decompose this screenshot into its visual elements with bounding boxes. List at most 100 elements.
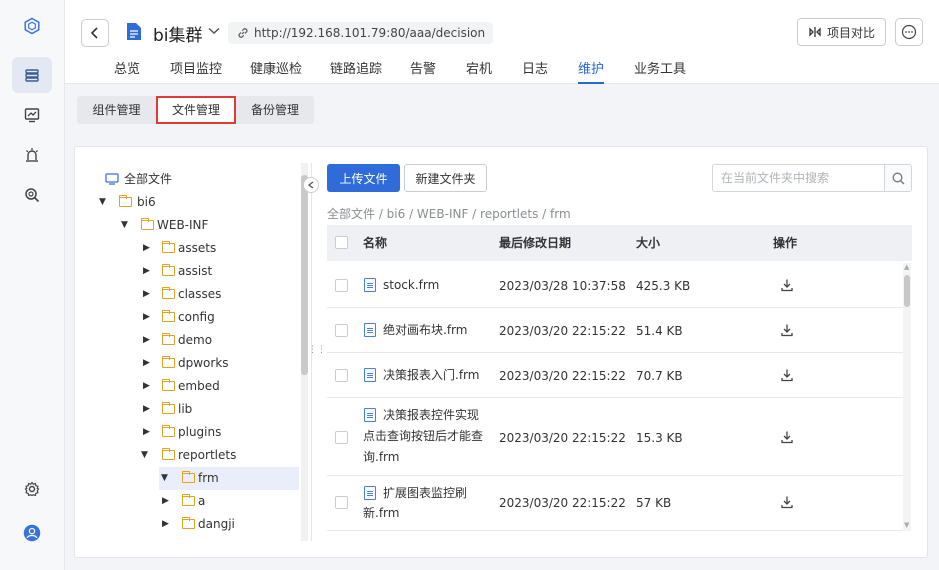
select-all-checkbox[interactable] [335, 236, 348, 249]
tab-maintenance[interactable]: 维护 [578, 58, 605, 84]
settings-icon[interactable] [12, 471, 52, 507]
back-button[interactable] [81, 19, 109, 47]
tree-item[interactable]: ▶ config [141, 306, 291, 329]
file-icon [364, 278, 376, 292]
table-row[interactable]: 绝对画布块.frm 2023/03/20 22:15:22 51.4 KB [327, 308, 903, 353]
file-date: 2023/03/20 22:15:22 [499, 324, 626, 338]
alarm-icon[interactable] [12, 137, 52, 173]
row-checkbox[interactable] [335, 431, 348, 444]
scroll-down-icon[interactable]: ▼ [904, 521, 909, 529]
tab-overview[interactable]: 总览 [114, 58, 140, 84]
user-icon[interactable] [12, 515, 52, 551]
table-row[interactable]: stock.frm 2023/03/28 10:37:58 425.3 KB [327, 263, 903, 308]
search-tool-icon[interactable] [12, 177, 52, 213]
tree-item-label: dangji [198, 517, 235, 531]
logo-icon[interactable] [12, 8, 52, 44]
chevron-down-icon[interactable] [208, 24, 220, 38]
file-name[interactable]: 绝对画布块.frm [383, 320, 467, 341]
subtab-backup[interactable]: 备份管理 [236, 96, 314, 124]
tree-item[interactable]: ▶ assist [141, 260, 291, 283]
tab-business-tools[interactable]: 业务工具 [634, 58, 686, 84]
caret-right-icon[interactable]: ▶ [143, 421, 150, 444]
subtab-component[interactable]: 组件管理 [77, 96, 156, 124]
new-folder-button[interactable]: 新建文件夹 [404, 164, 487, 192]
tab-health-check[interactable]: 健康巡检 [250, 58, 302, 84]
column-name[interactable]: 名称 [363, 225, 387, 261]
row-checkbox[interactable] [335, 324, 348, 337]
file-name-line[interactable]: 询.frm [363, 447, 399, 468]
caret-down-icon[interactable]: ▼ [141, 444, 148, 467]
file-name-line[interactable]: 新.frm [363, 503, 399, 524]
file-name-line[interactable]: 扩展图表监控刷 [383, 483, 467, 504]
caret-right-icon[interactable]: ▶ [143, 283, 150, 306]
file-name[interactable]: stock.frm [383, 275, 439, 296]
row-checkbox[interactable] [335, 496, 348, 509]
column-date[interactable]: 最后修改日期 [499, 225, 571, 261]
caret-right-icon[interactable]: ▶ [162, 513, 169, 536]
tree-item[interactable]: ▼ bi6 [97, 191, 297, 214]
search-input[interactable] [712, 164, 885, 192]
drag-handle-icon[interactable]: ⋮⋮ [308, 345, 326, 355]
tree-item[interactable]: ▶ lib [141, 398, 291, 421]
tree-item[interactable]: ▼ reportlets [141, 444, 291, 467]
monitor-icon[interactable] [12, 97, 52, 133]
table-row[interactable]: 决策报表入门.frm 2023/03/20 22:15:22 70.7 KB [327, 353, 903, 398]
scroll-up-icon[interactable]: ▲ [904, 263, 909, 271]
row-checkbox[interactable] [335, 279, 348, 292]
tab-log[interactable]: 日志 [522, 58, 548, 84]
collapse-tree-button[interactable] [303, 177, 319, 193]
tree-item[interactable]: ▶ a [159, 490, 299, 513]
file-name[interactable]: 决策报表入门.frm [383, 365, 479, 386]
tree-item[interactable]: ▶ classes [141, 283, 291, 306]
caret-right-icon[interactable]: ▶ [162, 490, 169, 513]
upload-button[interactable]: 上传文件 [327, 164, 400, 192]
caret-right-icon[interactable]: ▶ [143, 352, 150, 375]
column-size[interactable]: 大小 [636, 225, 660, 261]
tree-item[interactable]: ▼ WEB-INF [119, 214, 299, 237]
breadcrumb[interactable]: 全部文件 / bi6 / WEB-INF / reportlets / frm [327, 205, 571, 222]
caret-down-icon[interactable]: ▼ [99, 191, 106, 214]
tab-downtime[interactable]: 宕机 [466, 58, 492, 84]
tab-trace[interactable]: 链路追踪 [330, 58, 382, 84]
more-button[interactable] [895, 18, 923, 46]
download-icon[interactable] [780, 323, 794, 337]
tab-project-monitor[interactable]: 项目监控 [170, 58, 222, 84]
caret-right-icon[interactable]: ▶ [143, 260, 150, 283]
tree-scrollbar-thumb[interactable] [301, 175, 308, 375]
tree-item[interactable]: ▶ plugins [141, 421, 291, 444]
caret-right-icon[interactable]: ▶ [143, 375, 150, 398]
table-row[interactable]: 决策报表控件实现 点击查询按钮后才能查 询.frm 2023/03/20 22:… [327, 398, 903, 476]
tree-item-selected[interactable]: ▼ frm [159, 467, 299, 490]
folder-icon [162, 425, 175, 437]
download-icon[interactable] [780, 278, 794, 292]
table-row[interactable]: 扩展图表监控刷 新.frm 2023/03/20 22:15:22 57 KB [327, 476, 903, 531]
compare-button[interactable]: 项目对比 [797, 18, 886, 46]
tree-item[interactable]: ▶ embed [141, 375, 291, 398]
caret-down-icon[interactable]: ▼ [121, 214, 128, 237]
column-action: 操作 [773, 236, 798, 250]
download-icon[interactable] [780, 430, 794, 444]
file-name-line[interactable]: 点击查询按钮后才能查 [363, 426, 483, 447]
url-box[interactable]: http://192.168.101.79:80/aaa/decision [228, 22, 494, 44]
url-text: http://192.168.101.79:80/aaa/decision [254, 26, 486, 40]
caret-right-icon[interactable]: ▶ [143, 306, 150, 329]
folder-icon [182, 494, 195, 506]
table-scrollbar-thumb[interactable] [904, 275, 910, 307]
caret-down-icon[interactable]: ▼ [161, 467, 168, 490]
tree-item[interactable]: ▶ dangji [159, 513, 299, 536]
tree-item[interactable]: ▶ assets [141, 237, 291, 260]
subtab-file[interactable]: 文件管理 [156, 96, 236, 124]
search-button[interactable] [884, 164, 912, 192]
caret-right-icon[interactable]: ▶ [143, 237, 150, 260]
tree-root[interactable]: 全部文件 [103, 168, 283, 191]
tab-alert[interactable]: 告警 [410, 58, 436, 84]
download-icon[interactable] [780, 495, 794, 509]
tree-item[interactable]: ▶ demo [141, 329, 291, 352]
file-name-line[interactable]: 决策报表控件实现 [383, 405, 479, 426]
server-icon[interactable] [12, 57, 52, 93]
caret-right-icon[interactable]: ▶ [143, 398, 150, 421]
download-icon[interactable] [780, 368, 794, 382]
tree-item[interactable]: ▶ dpworks [141, 352, 291, 375]
caret-right-icon[interactable]: ▶ [143, 329, 150, 352]
row-checkbox[interactable] [335, 369, 348, 382]
